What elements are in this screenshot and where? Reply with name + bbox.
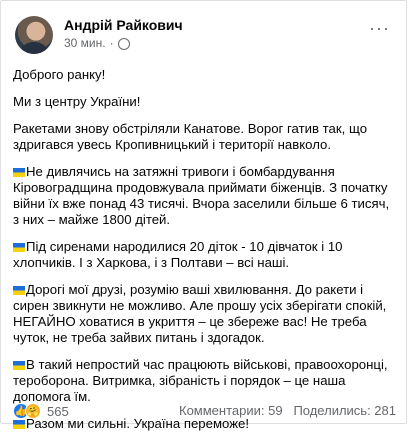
comments-count-link[interactable]: Комментарии: 59 bbox=[179, 403, 283, 418]
facebook-post: Андрій Райкович 30 мин. · ··· Доброго ра… bbox=[0, 0, 407, 431]
paragraph-births: Під сиренами народилися 20 діток - 10 ді… bbox=[13, 239, 343, 270]
post-footer: 👍 🤗 565 Комментарии: 59 Поделились: 281 bbox=[13, 403, 396, 421]
ukraine-flag-icon bbox=[13, 243, 25, 252]
post-meta: 30 мин. · bbox=[64, 36, 130, 50]
globe-icon bbox=[117, 38, 130, 50]
more-options-icon[interactable]: ··· bbox=[369, 19, 390, 37]
shares-count-link[interactable]: Поделились: 281 bbox=[293, 403, 396, 418]
post-header: Андрій Райкович 30 мин. · ··· bbox=[13, 15, 396, 55]
post-time[interactable]: 30 мин. bbox=[64, 36, 106, 50]
author-avatar[interactable] bbox=[15, 16, 53, 54]
care-icon: 🤗 bbox=[25, 403, 41, 419]
ukraine-flag-icon bbox=[13, 286, 25, 295]
ukraine-flag-icon bbox=[13, 168, 25, 177]
paragraph-refugees: Не дивлячись на затяжні тривоги і бомбар… bbox=[13, 164, 390, 227]
paragraph-military: В такий непростий час працюють військові… bbox=[13, 357, 388, 404]
paragraph-friends: Дорогі мої друзі, розумію ваші хвилюванн… bbox=[13, 282, 387, 345]
paragraph-center: Ми з центру України! bbox=[13, 94, 141, 109]
post-text: Доброго ранку! Ми з центру України! Раке… bbox=[13, 67, 398, 443]
author-name[interactable]: Андрій Райкович bbox=[64, 17, 183, 33]
reactions-summary[interactable]: 👍 🤗 565 bbox=[13, 403, 69, 419]
post-stats: Комментарии: 59 Поделились: 281 bbox=[179, 403, 396, 418]
ukraine-flag-icon bbox=[13, 420, 25, 429]
ukraine-flag-icon bbox=[13, 361, 25, 370]
paragraph-greeting: Доброго ранку! bbox=[13, 67, 106, 82]
reaction-count: 565 bbox=[47, 403, 69, 419]
paragraph-rockets: Ракетами знову обстріляли Канатове. Воро… bbox=[13, 121, 368, 152]
